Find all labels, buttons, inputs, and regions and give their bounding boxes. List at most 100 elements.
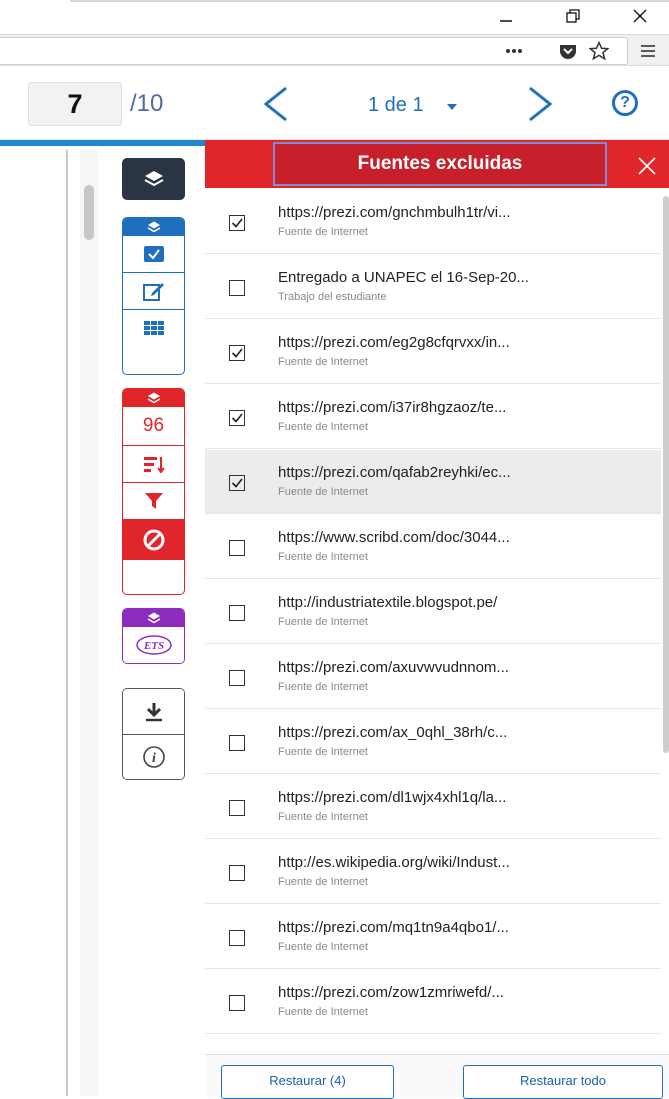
ets-tool-group: ETS (122, 608, 185, 664)
source-row[interactable]: Entregado a UNAPEC el 16-Sep-20... Trabaj… (205, 255, 661, 319)
source-type: Fuente de Internet (278, 681, 368, 693)
source-checkbox[interactable] (229, 345, 245, 361)
source-row[interactable]: https://prezi.com/dl1wjx4xhl1q/la... Fuen… (205, 775, 661, 839)
source-checkbox[interactable] (229, 605, 245, 621)
page-total: /10 (130, 90, 164, 117)
check-icon (231, 218, 243, 228)
source-type: Fuente de Internet (278, 486, 368, 498)
ets-logo-icon: ETS (135, 635, 172, 655)
document-area (0, 146, 120, 1096)
restore-window-button[interactable] (553, 4, 593, 28)
viewer-toolbar: 7 /10 1 de 1 ? (0, 68, 669, 140)
excluded-sources-panel: Fuentes excluidas https://prezi.com/gnch… (205, 140, 669, 1099)
pocket-icon (560, 45, 576, 59)
ets-erater-button[interactable]: ETS (123, 627, 184, 663)
source-url: Entregado a UNAPEC el 16-Sep-20... (278, 269, 529, 286)
star-icon (589, 41, 609, 61)
document-page-edge (66, 150, 68, 1096)
browser-menu-button[interactable] (637, 41, 659, 61)
source-url: https://www.scribd.com/doc/3044... (278, 529, 510, 546)
panel-close-button[interactable] (625, 148, 669, 184)
similarity-score[interactable]: 96 (123, 407, 184, 446)
restore-all-button[interactable]: Restaurar todo (463, 1065, 663, 1099)
similarity-layer-toggle[interactable] (123, 389, 184, 407)
source-checkbox[interactable] (229, 930, 245, 946)
ets-layer-toggle[interactable] (123, 609, 184, 627)
page-actions-button[interactable] (503, 41, 525, 61)
excluded-sources-button[interactable] (123, 520, 184, 560)
source-row[interactable]: http://industriatextile.blogspot.pe/Fuen… (205, 580, 661, 644)
minimize-button[interactable] (486, 4, 526, 28)
layers-icon (147, 612, 160, 624)
info-button[interactable]: i (123, 735, 184, 779)
source-row[interactable]: https://prezi.com/gnchmbulh1tr/vi... Fuen… (205, 190, 661, 254)
match-indicator-dropdown[interactable]: 1 de 1 (368, 94, 424, 117)
grademark-layer-toggle[interactable] (123, 218, 184, 236)
filter-button[interactable] (123, 483, 184, 520)
source-row[interactable]: https://prezi.com/eg2g8cfqrvxx/in... Fuen… (205, 320, 661, 384)
match-overview-button[interactable] (123, 446, 184, 483)
document-scrollbar-thumb[interactable] (84, 185, 94, 240)
source-row[interactable]: https://prezi.com/mq1tn9a4qbo1/... Fuente… (205, 905, 661, 969)
source-checkbox[interactable] (229, 475, 245, 491)
source-url: https://prezi.com/i37ir8hgzaoz/te... (278, 399, 507, 416)
bookmark-button[interactable] (588, 41, 610, 61)
chevron-down-icon (447, 104, 457, 110)
help-icon[interactable]: ? (612, 90, 638, 116)
next-match-arrow-icon[interactable] (522, 84, 558, 124)
source-checkbox[interactable] (229, 735, 245, 751)
source-url: https://prezi.com/qafab2reyhki/ec... (278, 464, 511, 481)
browser-urlbar (0, 34, 669, 66)
excluded-sources-list: https://prezi.com/gnchmbulh1tr/vi... Fuen… (205, 190, 669, 1055)
download-button[interactable] (123, 689, 184, 735)
check-icon (231, 478, 243, 488)
check-icon (231, 413, 243, 423)
document-scrollbar[interactable] (80, 150, 98, 1096)
svg-text:i: i (152, 751, 156, 766)
source-checkbox[interactable] (229, 800, 245, 816)
source-row[interactable]: https://prezi.com/qafab2reyhki/ec... Fuen… (205, 450, 661, 514)
more-icon (506, 49, 522, 53)
source-checkbox[interactable] (229, 995, 245, 1011)
source-row[interactable]: http://es.wikipedia.org/wiki/Indust... Fu… (205, 840, 661, 904)
previous-match-arrow-icon[interactable] (258, 84, 294, 124)
panel-header: Fuentes excluidas (205, 140, 669, 188)
source-checkbox[interactable] (229, 215, 245, 231)
source-checkbox[interactable] (229, 670, 245, 686)
source-row[interactable]: https://prezi.com/axuvwvudnnom... Fuente … (205, 645, 661, 709)
source-checkbox[interactable] (229, 410, 245, 426)
source-url: https://prezi.com/ax_0qhl_38rh/c... (278, 724, 508, 741)
source-row[interactable]: https://prezi.com/i37ir8hgzaoz/te... Fuen… (205, 385, 661, 449)
source-type: Fuente de Internet (278, 616, 368, 628)
address-field[interactable] (0, 37, 628, 65)
source-type: Fuente de Internet (278, 811, 368, 823)
pocket-button[interactable] (557, 41, 579, 61)
source-checkbox[interactable] (229, 540, 245, 556)
source-url: https://prezi.com/eg2g8cfqrvxx/in... (278, 334, 510, 351)
source-type: Fuente de Internet (278, 876, 368, 888)
page-number-input[interactable]: 7 (28, 82, 122, 126)
panel-scrollbar-thumb[interactable] (663, 196, 669, 753)
filter-icon (144, 493, 163, 509)
source-checkbox[interactable] (229, 865, 245, 881)
source-checkbox[interactable] (229, 280, 245, 296)
rubric-button[interactable] (123, 310, 184, 346)
layers-icon (144, 171, 163, 187)
source-row[interactable]: https://prezi.com/zow1zmriwefd/... Fuente… (205, 970, 661, 1034)
layers-button[interactable] (122, 158, 185, 200)
close-window-button[interactable] (620, 4, 660, 28)
source-type: Fuente de Internet (278, 421, 368, 433)
panel-title: Fuentes excluidas (273, 142, 607, 186)
quickmark-button[interactable] (123, 236, 184, 273)
source-url: https://prezi.com/gnchmbulh1tr/vi... (278, 204, 511, 221)
edit-icon (142, 283, 164, 301)
source-url: https://prezi.com/zow1zmriwefd/... (278, 984, 504, 1001)
feedback-summary-button[interactable] (123, 273, 184, 310)
info-icon: i (142, 746, 165, 768)
restore-selected-button[interactable]: Restaurar (4) (221, 1065, 394, 1099)
source-row[interactable]: https://prezi.com/ax_0qhl_38rh/c... Fuent… (205, 710, 661, 774)
source-row[interactable]: https://www.scribd.com/doc/3044... Fuente… (205, 515, 661, 579)
source-url: https://prezi.com/dl1wjx4xhl1q/la... (278, 789, 507, 806)
source-type: Fuente de Internet (278, 1006, 368, 1018)
source-type: Trabajo del estudiante (278, 291, 387, 303)
